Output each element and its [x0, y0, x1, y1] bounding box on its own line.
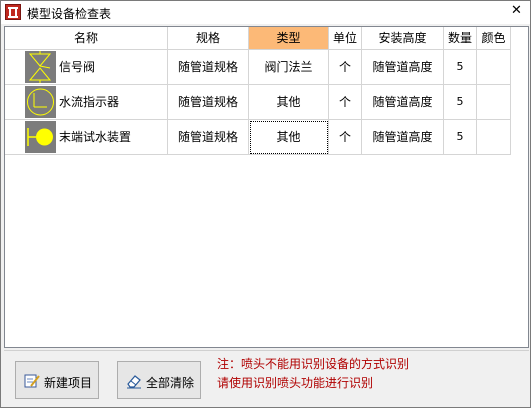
spec-cell[interactable]: 随管道规格	[168, 50, 249, 85]
qty-cell[interactable]: 5	[444, 50, 477, 85]
qty-cell[interactable]: 5	[444, 120, 477, 155]
color-cell[interactable]	[477, 120, 511, 155]
end-test-water-device-icon	[25, 121, 56, 153]
color-cell[interactable]	[477, 50, 511, 85]
column-header-spec[interactable]: 规格	[168, 27, 249, 50]
height-cell[interactable]: 随管道高度	[362, 85, 444, 120]
hint-line-2: 请使用识别喷头功能进行识别	[217, 376, 374, 390]
water-flow-indicator-icon	[25, 86, 56, 118]
column-header-height[interactable]: 安装高度	[362, 27, 444, 50]
spec-cell[interactable]: 随管道规格	[168, 85, 249, 120]
hint-note: 注：喷头不能用识别设备的方式识别 请使用识别喷头功能进行识别	[217, 355, 409, 393]
name-cell[interactable]: 末端试水装置	[5, 120, 168, 155]
close-button[interactable]: ✕	[503, 1, 530, 23]
spec-cell[interactable]: 随管道规格	[168, 120, 249, 155]
qty-cell[interactable]: 5	[444, 85, 477, 120]
column-header-name[interactable]: 名称	[5, 27, 168, 50]
height-cell[interactable]: 随管道高度	[362, 50, 444, 85]
equipment-name: 信号阀	[59, 60, 96, 74]
new-item-button[interactable]: 新建项目	[15, 361, 99, 399]
column-header-type[interactable]: 类型	[249, 27, 329, 50]
equipment-name: 末端试水装置	[59, 130, 132, 144]
equipment-check-window: 模型设备检查表 ✕ 名称 规格 类型 单位 安装高度 数量 颜色 信号阀 随管道…	[0, 0, 531, 408]
clear-all-label: 全部清除	[146, 376, 195, 390]
new-item-label: 新建项目	[44, 376, 93, 390]
equipment-name: 水流指示器	[59, 95, 120, 109]
name-cell[interactable]: 水流指示器	[5, 85, 168, 120]
column-header-unit[interactable]: 单位	[329, 27, 362, 50]
unit-cell[interactable]: 个	[329, 85, 362, 120]
color-cell[interactable]	[477, 85, 511, 120]
signal-valve-icon	[25, 51, 56, 83]
equipment-table: 名称 规格 类型 单位 安装高度 数量 颜色 信号阀 随管道规格 阀门法兰 个 …	[4, 26, 529, 348]
clear-all-button[interactable]: 全部清除	[117, 361, 201, 399]
column-header-qty[interactable]: 数量	[444, 27, 477, 50]
bottom-panel: 新建项目 全部清除 注：喷头不能用识别设备的方式识别 请使用识别喷头功能进行识别	[4, 350, 529, 406]
column-header-color[interactable]: 颜色	[477, 27, 511, 50]
height-cell[interactable]: 随管道高度	[362, 120, 444, 155]
unit-cell[interactable]: 个	[329, 50, 362, 85]
app-icon	[5, 4, 21, 20]
unit-cell[interactable]: 个	[329, 120, 362, 155]
eraser-icon	[126, 373, 142, 389]
edit-icon	[24, 373, 40, 389]
title-bar: 模型设备检查表 ✕	[1, 1, 530, 24]
window-title: 模型设备检查表	[27, 7, 112, 21]
type-cell[interactable]: 其他	[249, 85, 329, 120]
type-cell[interactable]: 其他	[249, 120, 329, 155]
type-cell[interactable]: 阀门法兰	[249, 50, 329, 85]
hint-line-1: 注：喷头不能用识别设备的方式识别	[217, 357, 410, 371]
name-cell[interactable]: 信号阀	[5, 50, 168, 85]
